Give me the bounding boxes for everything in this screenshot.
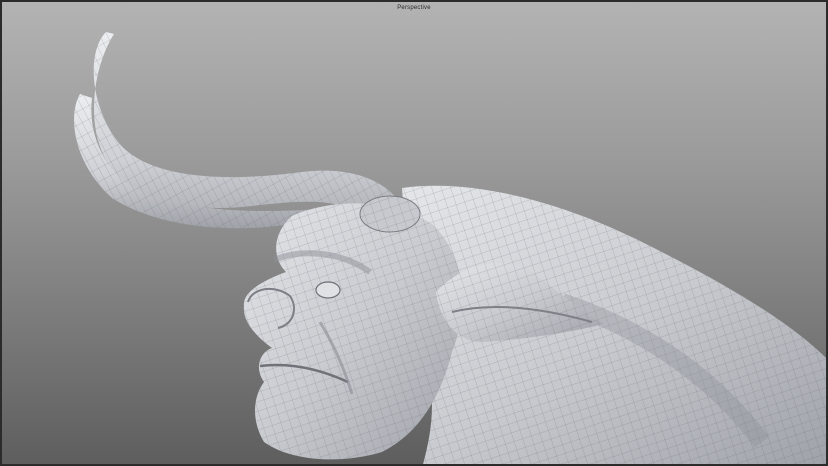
sculpt-model-icon[interactable]	[2, 2, 828, 466]
creature-head	[243, 203, 463, 460]
perspective-viewport[interactable]: Perspective	[0, 0, 828, 466]
horn-base	[359, 195, 421, 233]
